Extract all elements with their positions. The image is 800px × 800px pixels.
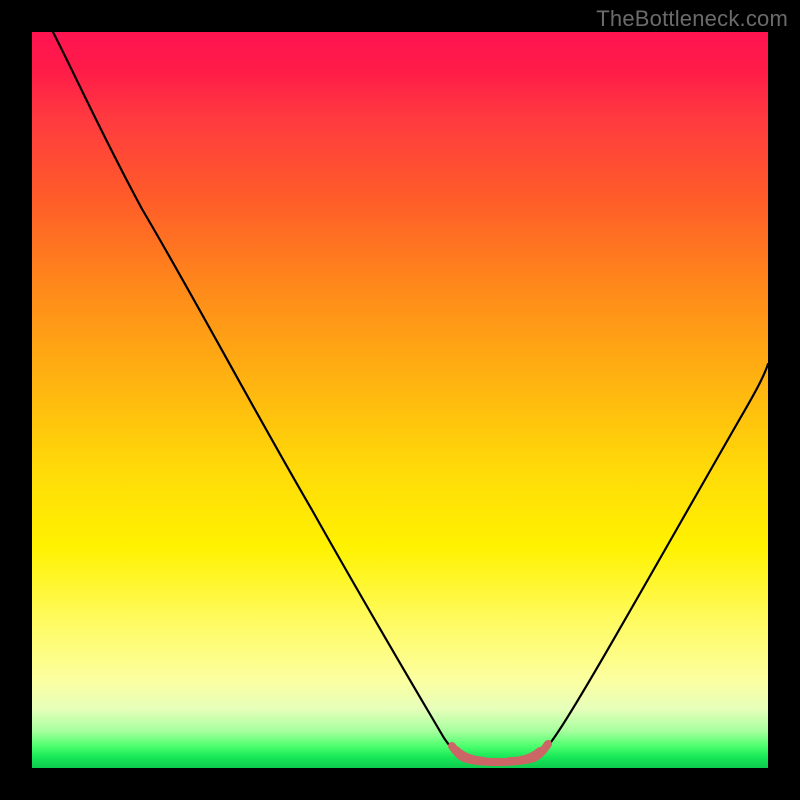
chart-frame: TheBottleneck.com [0, 0, 800, 800]
curve-layer [32, 32, 768, 768]
plot-area [32, 32, 768, 768]
optimal-zone-highlight [452, 744, 548, 762]
watermark-text: TheBottleneck.com [596, 6, 788, 32]
bottleneck-curve [32, 32, 768, 760]
